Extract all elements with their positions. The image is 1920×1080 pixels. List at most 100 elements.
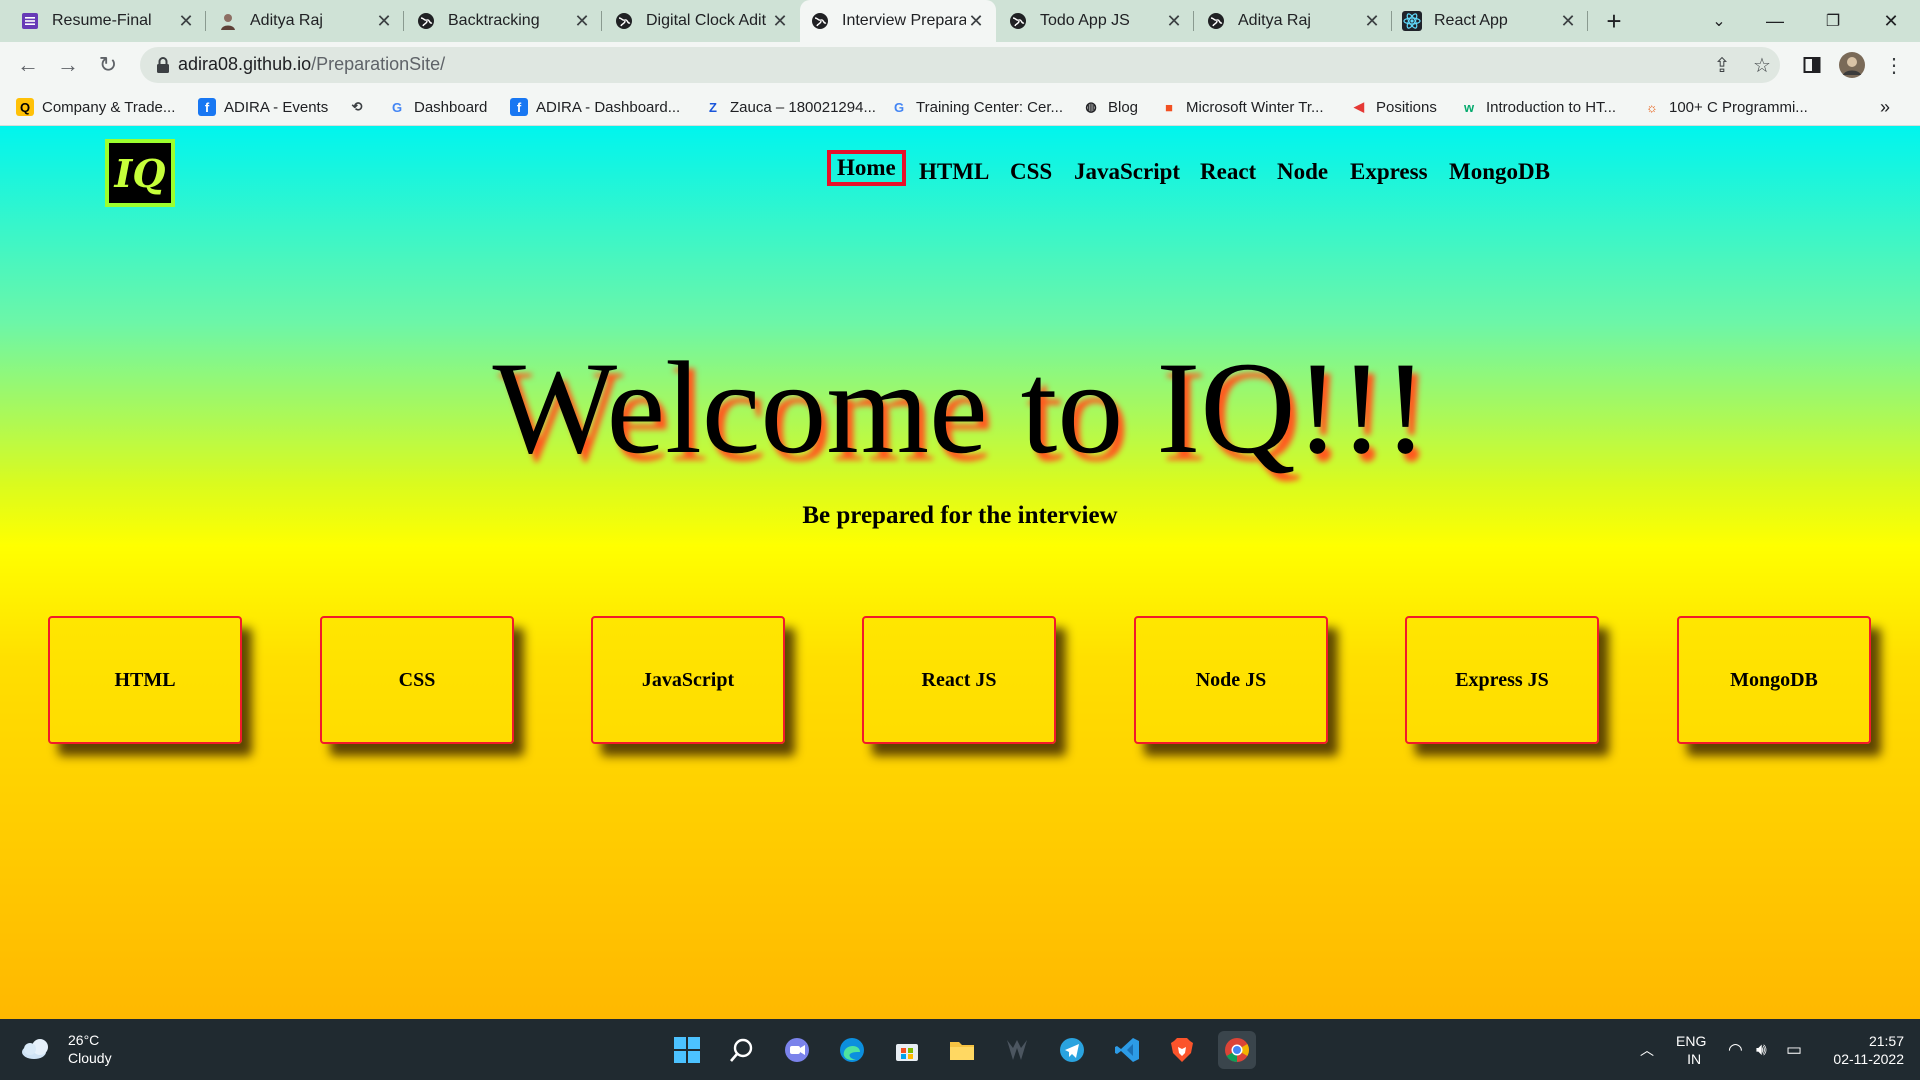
nav-home[interactable]: Home bbox=[827, 150, 906, 186]
back-icon[interactable]: ← bbox=[14, 51, 42, 79]
bookmark-item[interactable]: w Introduction to HT... bbox=[1460, 96, 1616, 118]
bookmark-item[interactable]: Z Zauca – 180021294... bbox=[704, 96, 876, 118]
close-tab-icon[interactable]: ✕ bbox=[176, 11, 196, 31]
nav-express[interactable]: Express bbox=[1350, 152, 1428, 192]
language-code: ENG bbox=[1676, 1032, 1707, 1049]
chrome-icon[interactable] bbox=[1218, 1031, 1256, 1069]
tray-chevron-icon[interactable]: ︿ bbox=[1640, 1019, 1654, 1080]
clock[interactable]: 21:57 02-11-2022 bbox=[1828, 1019, 1904, 1080]
lock-icon bbox=[157, 57, 169, 73]
card-express-js[interactable]: Express JS bbox=[1405, 616, 1599, 744]
nav-css[interactable]: CSS bbox=[1010, 152, 1052, 192]
microsoft-icon: ■ bbox=[1165, 99, 1173, 115]
tab-title: Aditya Raj bbox=[250, 12, 323, 29]
tab-search-icon[interactable]: ⌄ bbox=[1694, 0, 1744, 42]
sheets-icon bbox=[20, 11, 40, 31]
bookmark-history[interactable]: ⟲ bbox=[348, 96, 374, 118]
browser-tab[interactable]: React App ✕ bbox=[1392, 0, 1588, 42]
bookmark-item[interactable]: f ADIRA - Dashboard... bbox=[510, 96, 680, 118]
bookmark-item[interactable]: ◍ Blog bbox=[1082, 96, 1138, 118]
close-tab-icon[interactable]: ✕ bbox=[1362, 11, 1382, 31]
bookmark-item[interactable]: Q Company & Trade... bbox=[16, 96, 175, 118]
vscode-icon[interactable] bbox=[1108, 1031, 1146, 1069]
hero-title: Welcome to IQ!!! bbox=[492, 334, 1428, 481]
share-icon[interactable]: ⇪ bbox=[1708, 51, 1736, 79]
browser-tab[interactable]: Backtracking ✕ bbox=[406, 0, 602, 42]
nav-javascript[interactable]: JavaScript bbox=[1074, 152, 1180, 192]
nav-mongodb[interactable]: MongoDB bbox=[1449, 152, 1550, 192]
close-tab-icon[interactable]: ✕ bbox=[374, 11, 394, 31]
minimize-icon[interactable]: — bbox=[1750, 0, 1800, 42]
telegram-icon[interactable] bbox=[1053, 1031, 1091, 1069]
card-css[interactable]: CSS bbox=[320, 616, 514, 744]
card-node-js[interactable]: Node JS bbox=[1134, 616, 1328, 744]
url-path: /PreparationSite/ bbox=[311, 54, 446, 74]
history-icon: ⟲ bbox=[351, 99, 363, 114]
tab-divider bbox=[205, 11, 206, 31]
tab-title: Interview Prepara bbox=[842, 12, 966, 29]
file-explorer-icon[interactable] bbox=[943, 1031, 981, 1069]
card-react-js[interactable]: React JS bbox=[862, 616, 1056, 744]
bookmark-item[interactable]: ◀ Positions bbox=[1350, 96, 1437, 118]
browser-tab[interactable]: Interview Prepara ✕ bbox=[800, 0, 996, 42]
menu-icon[interactable]: ⋮ bbox=[1880, 51, 1908, 79]
bookmark-item[interactable]: f ADIRA - Events bbox=[198, 96, 328, 118]
clock-time: 21:57 bbox=[1868, 1032, 1904, 1049]
brave-icon[interactable] bbox=[1163, 1031, 1201, 1069]
bookmark-item[interactable]: G Training Center: Cer... bbox=[890, 96, 1063, 118]
globe-icon bbox=[810, 11, 830, 31]
wifi-icon[interactable]: ◠ bbox=[1728, 1019, 1743, 1080]
url-host: adira08.github.io bbox=[178, 54, 312, 74]
weather-temp: 26°C bbox=[68, 1032, 100, 1048]
browser-tab[interactable]: Aditya Raj ✕ bbox=[1196, 0, 1392, 42]
google-icon: G bbox=[391, 99, 403, 115]
bookmark-label: Positions bbox=[1376, 98, 1437, 116]
weather-widget[interactable]: 26°C Cloudy bbox=[20, 1031, 112, 1067]
avatar-icon bbox=[218, 11, 238, 31]
side-panel-icon[interactable] bbox=[1798, 51, 1826, 79]
facebook-icon: f bbox=[510, 98, 528, 116]
cloud-icon bbox=[22, 1039, 48, 1059]
bookmark-label: Training Center: Cer... bbox=[916, 98, 1064, 116]
nav-react[interactable]: React bbox=[1200, 152, 1256, 192]
bookmark-item[interactable]: G Dashboard bbox=[388, 96, 487, 118]
windows-start-icon[interactable] bbox=[668, 1031, 706, 1069]
search-icon[interactable] bbox=[723, 1031, 761, 1069]
nav-html[interactable]: HTML bbox=[919, 152, 989, 192]
address-bar[interactable]: adira08.github.io/PreparationSite/ ⇪ ☆ bbox=[140, 47, 1780, 83]
edge-icon[interactable] bbox=[833, 1031, 871, 1069]
language-indicator[interactable]: ENG IN bbox=[1676, 1019, 1706, 1080]
close-tab-icon[interactable]: ✕ bbox=[770, 11, 790, 31]
bookmark-star-icon[interactable]: ☆ bbox=[1748, 51, 1776, 79]
new-tab-button[interactable]: + bbox=[1598, 5, 1630, 37]
volume-icon[interactable]: 🔊︎ bbox=[1756, 1019, 1767, 1080]
card-mongodb[interactable]: MongoDB bbox=[1677, 616, 1871, 744]
browser-tab[interactable]: Todo App JS ✕ bbox=[998, 0, 1194, 42]
close-tab-icon[interactable]: ✕ bbox=[966, 11, 986, 31]
restore-icon[interactable]: ❐ bbox=[1808, 0, 1858, 42]
reload-icon[interactable]: ↻ bbox=[94, 51, 122, 79]
globe-icon: ◍ bbox=[1085, 99, 1097, 114]
bookmark-item[interactable]: ☼ 100+ C Programmi... bbox=[1643, 96, 1808, 118]
positions-icon: ◀ bbox=[1354, 99, 1364, 114]
profile-avatar[interactable] bbox=[1838, 51, 1866, 79]
battery-icon[interactable]: ▭ bbox=[1786, 1019, 1802, 1080]
browser-tab[interactable]: Digital Clock Adit ✕ bbox=[604, 0, 800, 42]
browser-tab[interactable]: Resume-Final ✕ bbox=[10, 0, 206, 42]
browser-tab[interactable]: Aditya Raj ✕ bbox=[208, 0, 404, 42]
more-bookmarks-icon[interactable]: » bbox=[1880, 96, 1890, 118]
store-icon[interactable] bbox=[888, 1031, 926, 1069]
forward-icon[interactable]: → bbox=[54, 51, 82, 79]
bookmark-label: 100+ C Programmi... bbox=[1669, 98, 1808, 116]
close-window-icon[interactable]: ✕ bbox=[1866, 0, 1916, 42]
close-tab-icon[interactable]: ✕ bbox=[572, 11, 592, 31]
card-javascript[interactable]: JavaScript bbox=[591, 616, 785, 744]
nav-node[interactable]: Node bbox=[1277, 152, 1328, 192]
chat-icon[interactable] bbox=[778, 1031, 816, 1069]
close-tab-icon[interactable]: ✕ bbox=[1558, 11, 1578, 31]
bookmark-item[interactable]: ■ Microsoft Winter Tr... bbox=[1160, 96, 1323, 118]
acer-icon[interactable] bbox=[998, 1031, 1036, 1069]
close-tab-icon[interactable]: ✕ bbox=[1164, 11, 1184, 31]
site-logo[interactable]: IQ bbox=[105, 139, 175, 207]
card-html[interactable]: HTML bbox=[48, 616, 242, 744]
